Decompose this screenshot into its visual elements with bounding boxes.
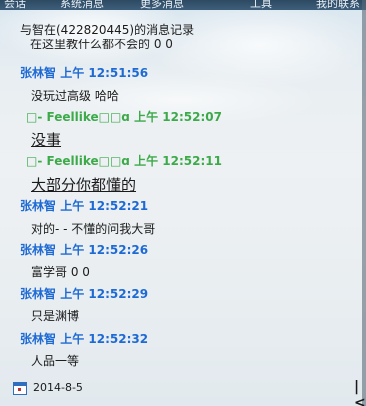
message-meta: 张林智 上午 12:52:32 [20, 330, 148, 347]
message-meta: □- Feellike□□ɑ 上午 12:52:11 [26, 152, 222, 169]
sender-name: 张林智 [20, 66, 57, 80]
menu-item-session[interactable]: 会话 [4, 0, 26, 10]
message-time: 上午 12:52:21 [60, 199, 149, 213]
cut-off-message: 在这里教什么都不会的 0 0 [30, 39, 173, 49]
message-text: 没玩过高级 哈哈 [31, 89, 119, 103]
sender-name: □- Feellike□□ɑ [26, 154, 130, 168]
message-time: 上午 12:52:32 [60, 332, 149, 346]
menu-item-tools[interactable]: 工具 [250, 0, 272, 10]
record-title: 与智在(422820445)的消息记录 [20, 23, 195, 37]
calendar-icon[interactable] [13, 382, 27, 395]
menu-bar: 会话 系统消息 更多消息 工具 我的联系 [0, 0, 366, 10]
sender-name: 张林智 [20, 287, 57, 301]
message-text: 没事 [31, 131, 62, 149]
message-text: 对的- - 不懂的问我大哥 [31, 222, 156, 236]
window-edge [362, 0, 366, 406]
sender-name: 张林智 [20, 332, 57, 346]
message-meta: 张林智 上午 12:51:56 [20, 64, 148, 81]
menu-item-more-messages[interactable]: 更多消息 [140, 0, 184, 10]
message-meta: 张林智 上午 12:52:26 [20, 241, 148, 258]
message-text: 大部分你都懂的 [31, 176, 137, 194]
message-time: 上午 12:52:29 [60, 287, 149, 301]
sender-name: □- Feellike□□ɑ [26, 110, 130, 124]
sender-name: 张林智 [20, 199, 57, 213]
message-meta: 张林智 上午 12:52:21 [20, 197, 148, 214]
message-text: 只是渊博 [31, 309, 80, 323]
message-time: 上午 12:52:07 [134, 110, 222, 124]
menu-item-system-messages[interactable]: 系统消息 [60, 0, 104, 10]
message-meta: □- Feellike□□ɑ 上午 12:52:07 [26, 108, 222, 125]
message-text: 富学哥 0 0 [31, 265, 90, 279]
first-page-button[interactable]: |< [354, 379, 366, 406]
menu-item-contacts[interactable]: 我的联系 [316, 0, 360, 10]
message-time: 上午 12:52:11 [134, 154, 222, 168]
message-meta: 张林智 上午 12:52:29 [20, 285, 148, 302]
message-time: 上午 12:52:26 [60, 243, 149, 257]
message-text: 人品一等 [31, 354, 80, 368]
cut-off-message-text: 在这里教什么都不会的 0 0 [30, 39, 173, 49]
sender-name: 张林智 [20, 243, 57, 257]
date-label[interactable]: 2014-8-5 [33, 381, 83, 394]
message-time: 上午 12:51:56 [60, 66, 149, 80]
